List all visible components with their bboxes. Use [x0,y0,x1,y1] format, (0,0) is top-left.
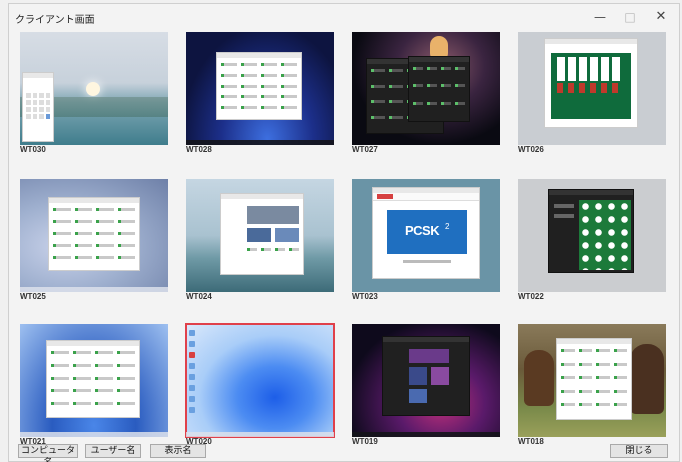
client-label: WT022 [518,292,544,301]
dark-photos-window [382,336,470,416]
close-button[interactable]: 閉じる [610,444,668,458]
browser-window: PCSK 2 [372,187,480,279]
sun-shape [86,82,100,96]
calculator-window [22,72,54,142]
app-window [46,340,140,418]
desktop-icons [189,330,195,418]
title-bar[interactable]: クライアント画面 — □ ✕ [9,4,679,30]
client-label: WT018 [518,437,544,446]
screen-preview [20,179,168,292]
client-label: WT025 [20,292,46,301]
client-label: WT028 [186,145,212,154]
screen-preview [518,32,666,145]
reversi-board [579,200,631,270]
screen-preview [20,32,168,145]
app-window [48,197,140,271]
app-window [556,338,632,420]
screen-preview [518,324,666,437]
client-label: WT019 [352,437,378,446]
client-label: WT030 [20,145,46,154]
pcsk-banner: PCSK 2 [387,210,467,254]
display-name-button[interactable]: 表示名 [150,444,206,458]
bear-shape [524,350,554,406]
screen-preview [186,179,334,292]
client-label: WT026 [518,145,544,154]
pcsk-logo-sub: 2 [445,222,450,231]
photo-preview [247,206,299,224]
pcsk-logo-text: PCSK [405,223,440,238]
client-label: WT027 [352,145,378,154]
screen-preview-selected [185,323,335,438]
reversi-window [548,189,634,273]
maximize-button[interactable]: □ [615,7,645,27]
client-label: WT024 [186,292,212,301]
screen-preview [352,32,500,145]
solitaire-window [544,38,638,128]
screen-preview [352,324,500,437]
user-name-button[interactable]: ユーザー名 [85,444,141,458]
photos-window [220,193,304,275]
screen-preview [518,179,666,292]
screen-preview [186,32,334,145]
bear-shape [630,344,664,414]
window-title: クライアント画面 [15,15,95,26]
card-table [551,53,631,119]
computer-name-button[interactable]: コンピュータ名 [18,444,78,462]
close-window-button[interactable]: ✕ [646,7,676,27]
app-window [216,52,302,120]
dark-app-window [408,56,470,122]
screen-preview [20,324,168,437]
client-label: WT023 [352,292,378,301]
screen-preview: PCSK 2 [352,179,500,292]
client-screen-window: クライアント画面 — □ ✕ WT030 WT028 WT027 WT026 W… [8,3,680,462]
minimize-button[interactable]: — [585,7,615,27]
